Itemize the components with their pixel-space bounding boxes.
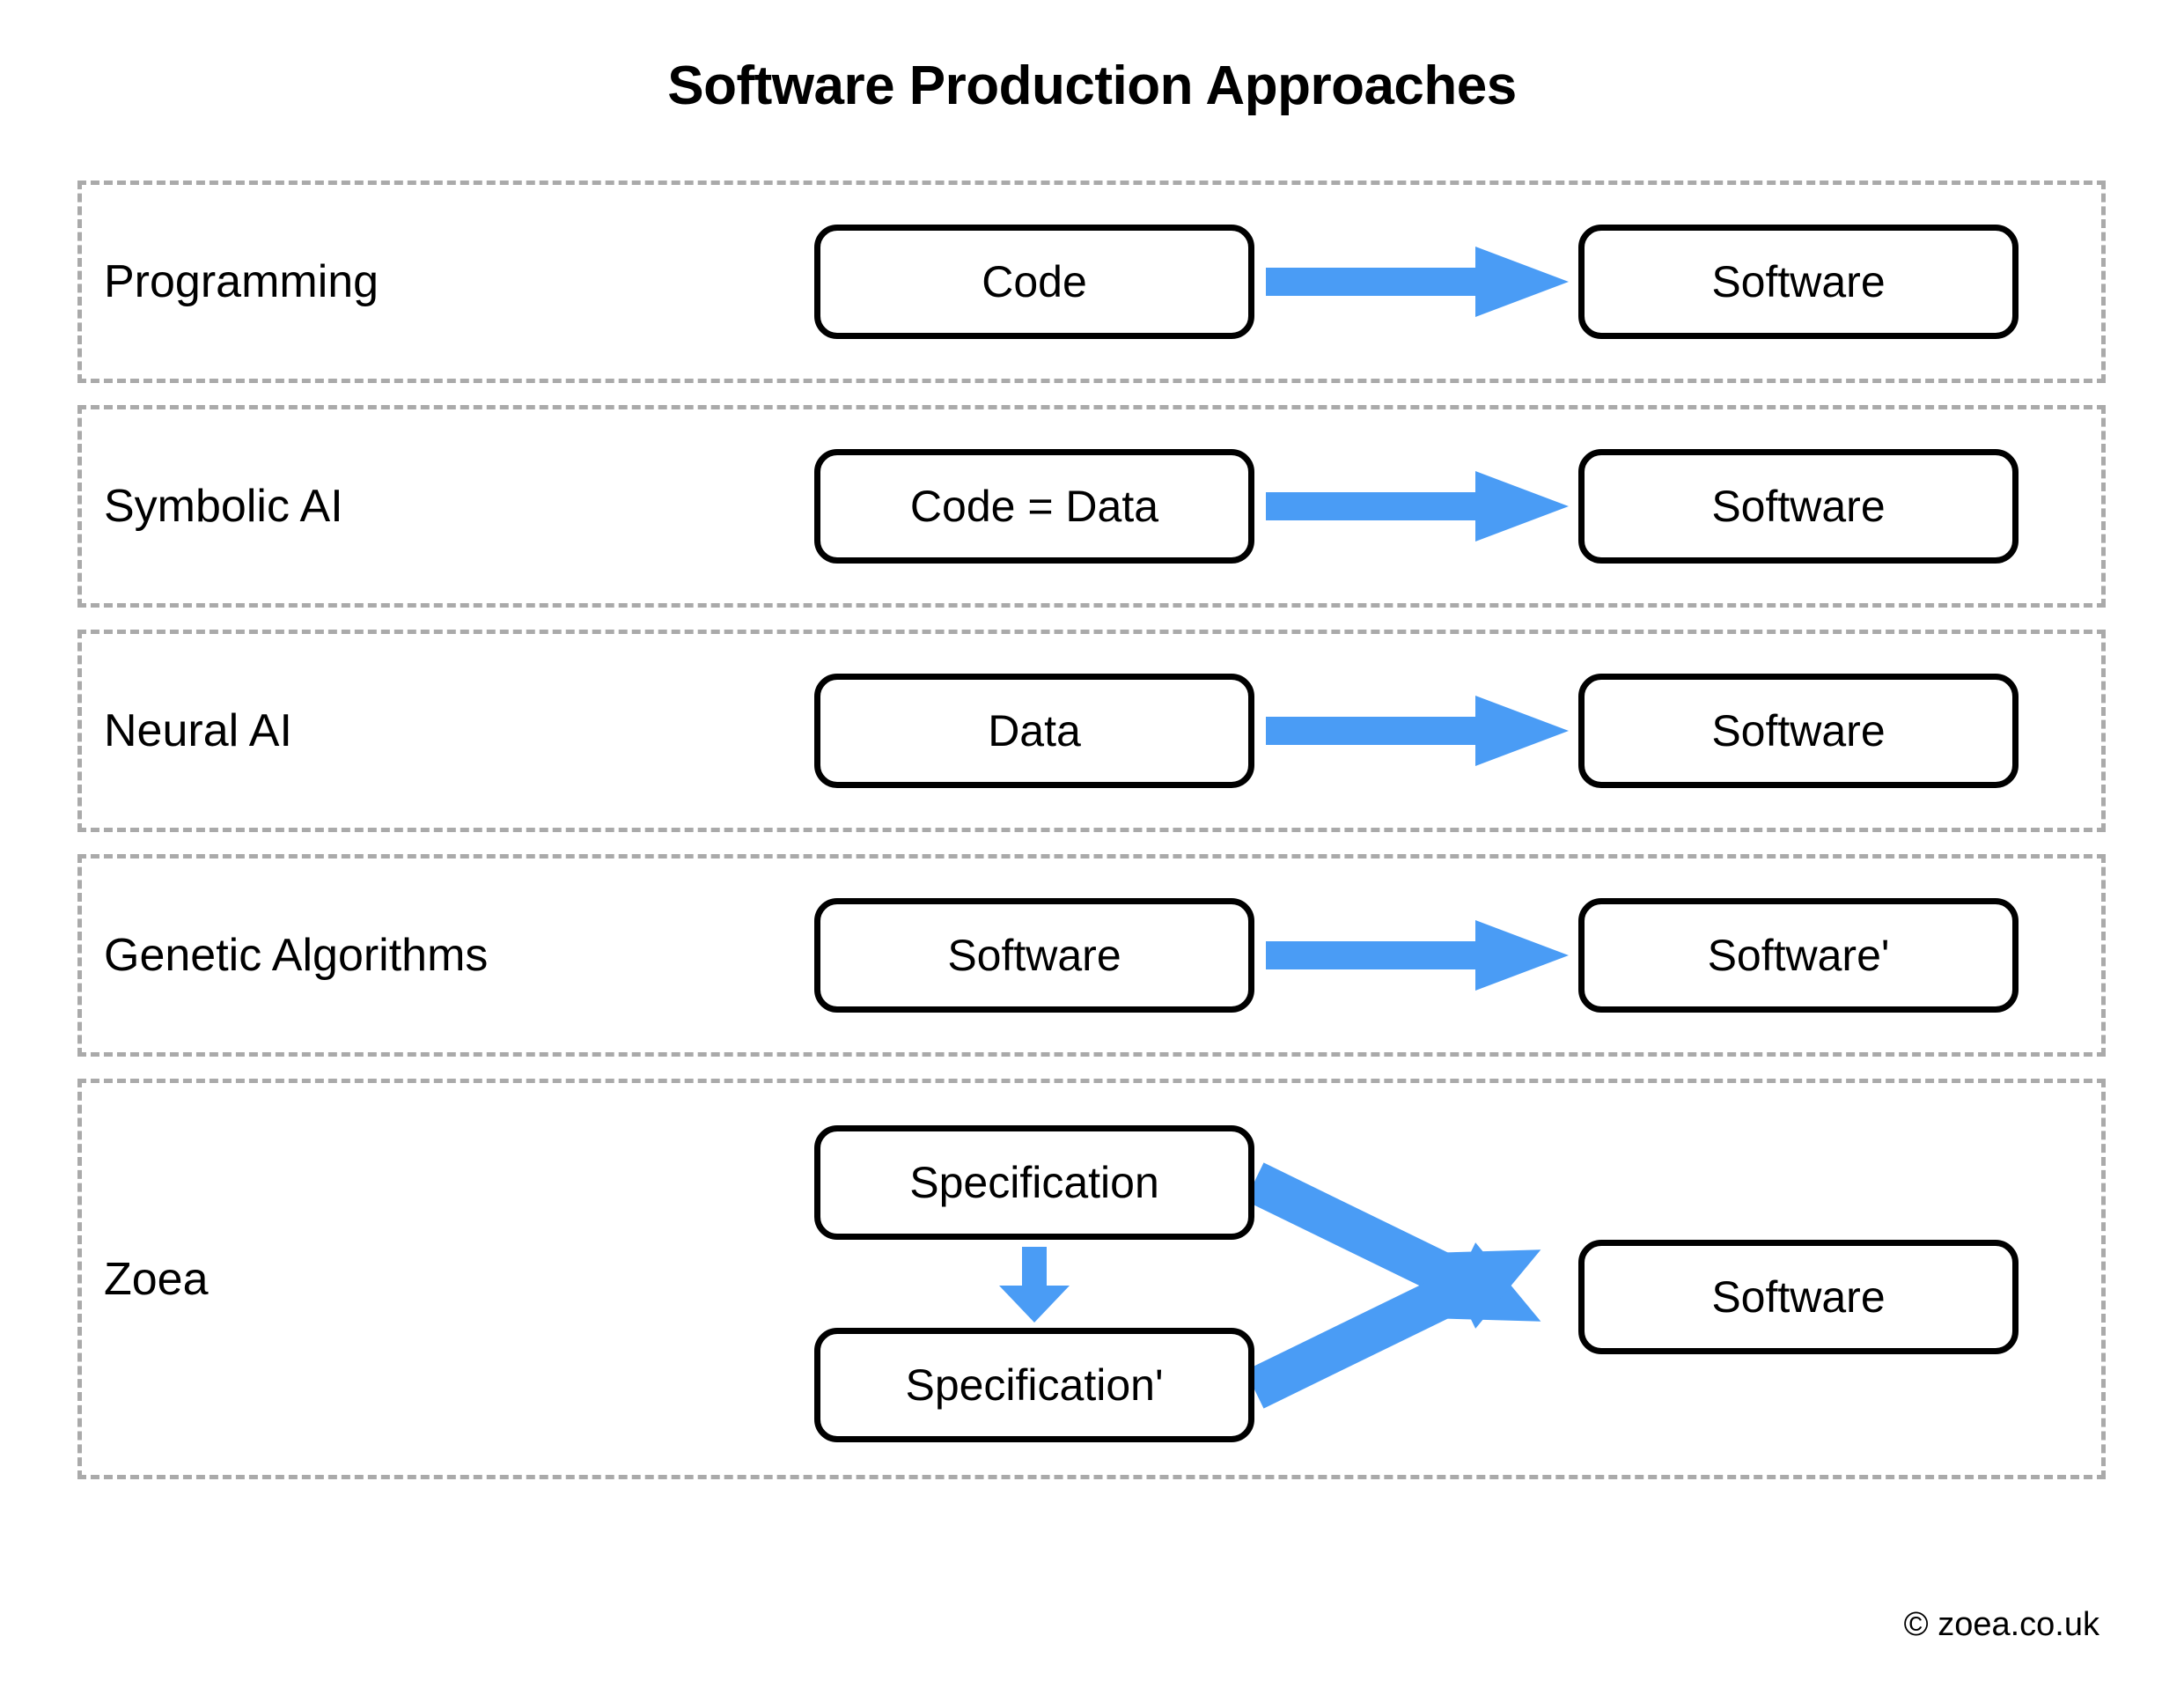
source-node: Software bbox=[814, 898, 1254, 1013]
approach-label: Neural AI bbox=[104, 705, 292, 756]
right-arrow-icon bbox=[1266, 696, 1569, 766]
right-arrow-icon bbox=[1266, 920, 1569, 991]
source-node: Code = Data bbox=[814, 449, 1254, 564]
approach-row-programming: Programming Code Software bbox=[77, 181, 2106, 383]
approaches-list: Programming Code Software Symbolic AI Co… bbox=[77, 181, 2106, 1479]
target-node: Software bbox=[1578, 674, 2019, 788]
approach-label: Symbolic AI bbox=[104, 481, 343, 532]
right-arrow-icon bbox=[1266, 471, 1569, 542]
target-node: Software' bbox=[1578, 898, 2019, 1013]
source-node: Code bbox=[814, 225, 1254, 339]
approach-label: Zoea bbox=[104, 1253, 209, 1305]
right-arrow-icon bbox=[1266, 247, 1569, 317]
approach-row-zoea: Zoea Specification Specification' Softwa… bbox=[77, 1079, 2106, 1479]
approach-label: Genetic Algorithms bbox=[104, 930, 489, 981]
page-title: Software Production Approaches bbox=[667, 55, 1517, 116]
approach-row-symbolic-ai: Symbolic AI Code = Data Software bbox=[77, 405, 2106, 608]
target-node: Software bbox=[1578, 449, 2019, 564]
source-node-variant: Specification' bbox=[814, 1328, 1254, 1442]
copyright-credit: © zoea.co.uk bbox=[1903, 1606, 2099, 1643]
approach-label: Programming bbox=[104, 256, 379, 307]
target-node: Software bbox=[1578, 1240, 2019, 1354]
target-node: Software bbox=[1578, 225, 2019, 339]
down-arrow-icon bbox=[999, 1247, 1070, 1323]
approach-row-genetic-algorithms: Genetic Algorithms Software Software' bbox=[77, 854, 2106, 1057]
source-node: Data bbox=[814, 674, 1254, 788]
source-node: Specification bbox=[814, 1125, 1254, 1240]
approach-row-neural-ai: Neural AI Data Software bbox=[77, 630, 2106, 832]
converging-arrows-icon bbox=[1254, 1118, 1589, 1453]
